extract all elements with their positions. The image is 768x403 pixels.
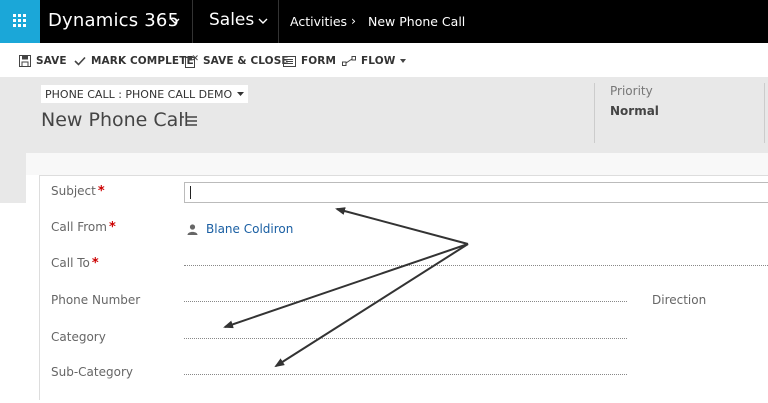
- save-and-close-button[interactable]: SAVE & CLOSE: [185, 53, 289, 69]
- form-selector-dropdown[interactable]: PHONE CALL : PHONE CALL DEMO: [41, 85, 249, 103]
- form-menu-icon[interactable]: [181, 115, 197, 127]
- subject-label: Subject *: [51, 184, 105, 199]
- phone-number-field[interactable]: [184, 301, 627, 302]
- subject-input[interactable]: [184, 182, 768, 203]
- flow-label: FLOW: [361, 55, 396, 67]
- page-title: New Phone Call: [41, 109, 189, 131]
- form-selector-label: PHONE CALL : PHONE CALL DEMO: [45, 87, 233, 101]
- checkmark-icon: [74, 56, 86, 66]
- call-to-field[interactable]: [184, 265, 768, 266]
- top-navigation-bar: Dynamics 365 Sales Activities › New Phon…: [0, 0, 768, 43]
- call-to-label-text: Call To: [51, 256, 90, 270]
- record-header: PHONE CALL : PHONE CALL DEMO New Phone C…: [0, 77, 768, 153]
- mark-complete-label: MARK COMPLETE: [91, 55, 194, 67]
- caret-down-icon: [237, 92, 245, 96]
- save-close-icon: [185, 54, 198, 68]
- nav-divider: [278, 0, 279, 43]
- priority-label: Priority: [610, 84, 653, 98]
- priority-value[interactable]: Normal: [610, 104, 659, 118]
- call-from-label: Call From *: [51, 220, 116, 235]
- category-field[interactable]: [184, 338, 627, 339]
- mark-complete-button[interactable]: MARK COMPLETE: [74, 53, 194, 69]
- sub-category-label: Sub-Category: [51, 365, 133, 379]
- breadcrumb-current: New Phone Call: [368, 14, 466, 29]
- brand-title[interactable]: Dynamics 365: [48, 10, 179, 31]
- person-icon: [187, 223, 198, 235]
- flow-icon: [342, 56, 356, 66]
- call-from-value[interactable]: Blane Coldiron: [206, 222, 293, 236]
- app-name[interactable]: Sales: [209, 10, 254, 30]
- save-icon: [19, 55, 31, 67]
- save-button[interactable]: SAVE: [19, 53, 67, 69]
- caret-down-icon: [400, 59, 407, 63]
- sub-category-field[interactable]: [184, 374, 627, 375]
- nav-divider: [192, 0, 193, 43]
- call-to-label: Call To *: [51, 256, 99, 271]
- required-marker: *: [108, 220, 116, 235]
- header-divider: [594, 83, 595, 143]
- save-close-label: SAVE & CLOSE: [203, 55, 289, 67]
- breadcrumb-activities[interactable]: Activities: [290, 14, 347, 29]
- breadcrumb-separator: ›: [351, 13, 356, 28]
- chevron-down-icon[interactable]: [170, 18, 180, 25]
- form-icon: [283, 55, 296, 67]
- form-button[interactable]: FORM: [283, 53, 336, 69]
- form-label: FORM: [301, 55, 337, 67]
- flow-dropdown-button[interactable]: FLOW: [342, 53, 407, 69]
- section-strip: [26, 153, 768, 175]
- left-gutter: [0, 153, 26, 203]
- required-marker: *: [91, 256, 99, 271]
- form-section: [39, 175, 768, 400]
- subject-label-text: Subject: [51, 184, 96, 198]
- command-bar: SAVE MARK COMPLETE SAVE & CLOSE FORM FLO…: [0, 43, 768, 77]
- chevron-down-icon[interactable]: [258, 18, 268, 25]
- direction-label: Direction: [652, 293, 707, 307]
- text-cursor: [190, 186, 191, 199]
- required-marker: *: [97, 184, 105, 199]
- category-label: Category: [51, 330, 106, 344]
- app-launcher-button[interactable]: [0, 0, 40, 43]
- call-from-lookup[interactable]: Blane Coldiron: [187, 222, 293, 236]
- call-from-label-text: Call From: [51, 220, 107, 234]
- header-divider: [764, 83, 765, 143]
- waffle-icon: [13, 14, 27, 28]
- phone-number-label: Phone Number: [51, 293, 141, 307]
- save-label: SAVE: [36, 55, 67, 67]
